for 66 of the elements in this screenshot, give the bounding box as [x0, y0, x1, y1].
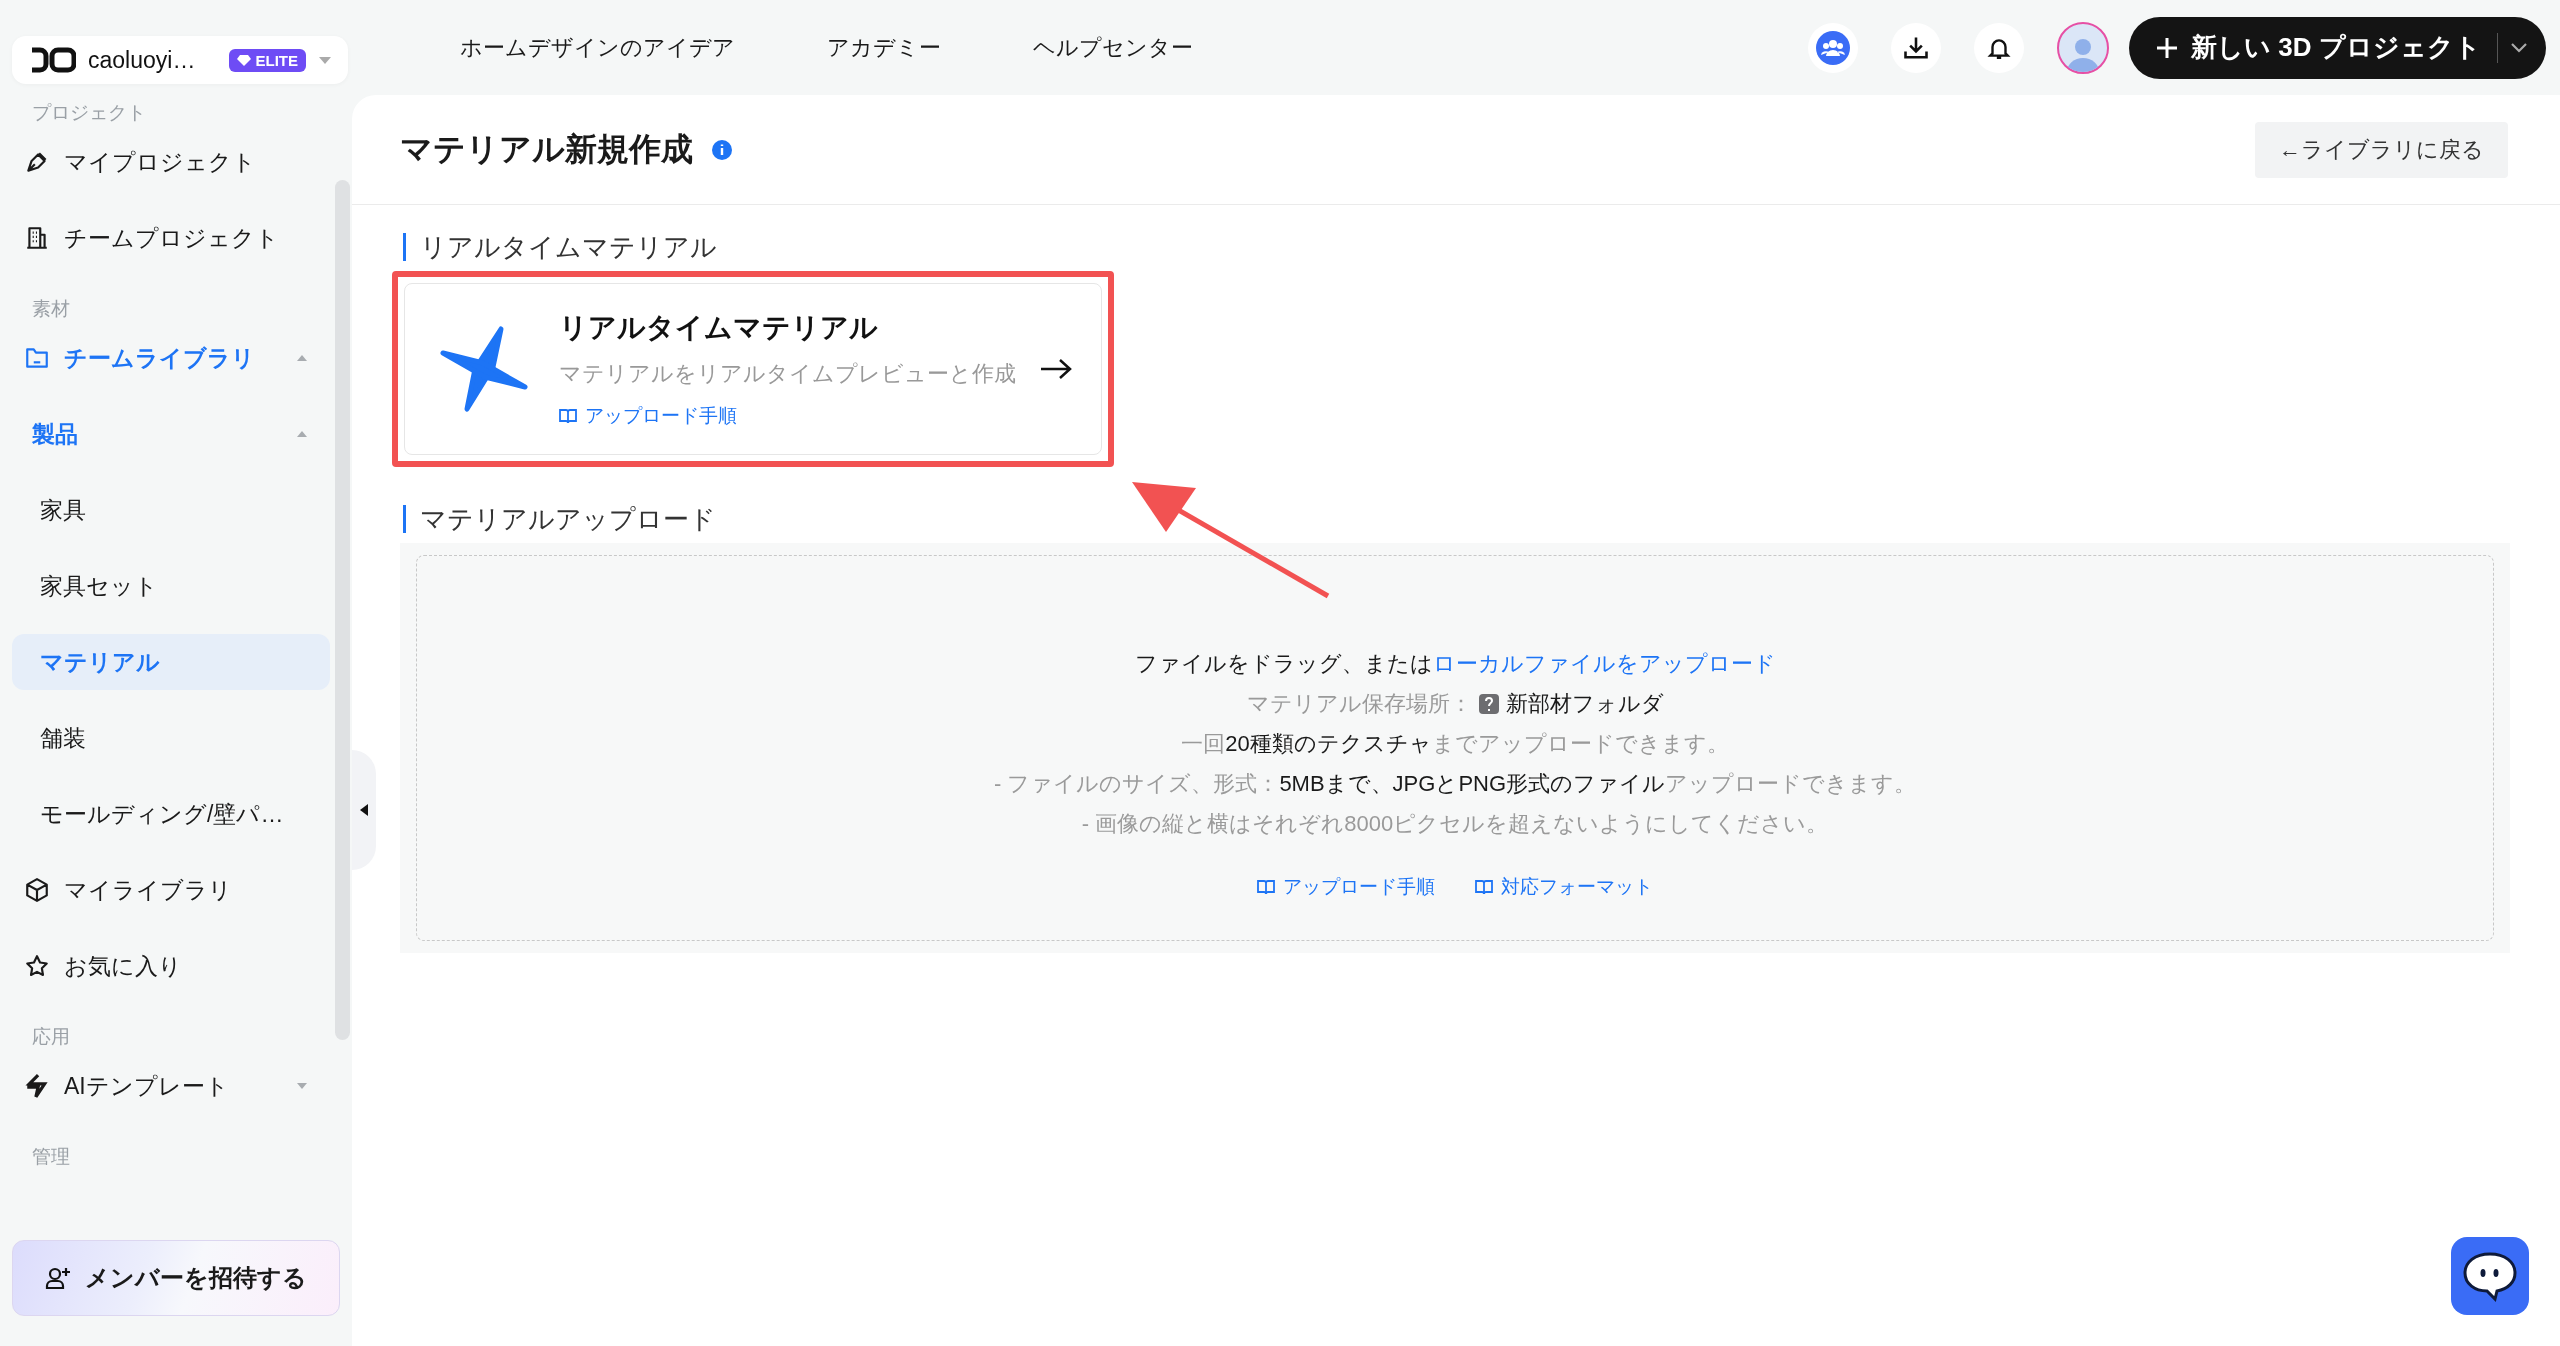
caret-icon — [318, 55, 332, 65]
folder-icon — [24, 345, 50, 371]
sidebar-item[interactable]: チームプロジェクト — [12, 210, 330, 266]
drop-zone[interactable]: ファイルをドラッグ、または ローカルファイルをアップロード マテリアル保存場所： 新部材フォルダ 一回20種類のテクスチャ までアップロードできます。 - ファイルのサイズ、形式：5MBまで、JPGとPNG形式のファイルアップロードできます。 - 画像の縦と横はそれぞれ8000ピクセルを超えないようにしてください。 アップロード手順 対応フォーマット — [416, 555, 2494, 941]
account-switcher[interactable]: caoluoyi… ELITE — [12, 36, 348, 84]
cube-icon — [24, 877, 50, 903]
card-title: リアルタイムマテリアル — [559, 311, 879, 345]
book-icon — [559, 408, 577, 424]
chevron-down-icon — [2510, 41, 2528, 54]
sidebar-item[interactable]: モールディング/壁パ… — [12, 786, 330, 842]
plus-icon — [2155, 35, 2179, 60]
star-icon — [24, 953, 50, 979]
pinwheel-icon — [439, 325, 529, 413]
nav-link[interactable]: ホームデザインのアイデア — [460, 32, 735, 63]
section-label: 管理 — [31, 1145, 71, 1169]
download-button[interactable] — [1891, 22, 1941, 73]
info-icon[interactable] — [711, 138, 733, 161]
nav-link[interactable]: ヘルプセンター — [1033, 32, 1193, 63]
triangle-left-icon — [359, 803, 369, 817]
upload-info-line: 一回20種類のテクスチャ までアップロードできます。 — [1181, 730, 1729, 758]
nav-link[interactable]: アカデミー — [827, 32, 941, 63]
realtime-material-card[interactable]: リアルタイムマテリアル マテリアルをリアルタイムプレビューと作成 アップロード手順 — [404, 283, 1102, 455]
add-user-icon — [45, 1266, 71, 1290]
new-project-button[interactable]: 新しい 3D プロジェクト — [2129, 16, 2546, 79]
sidebar-item[interactable]: チームライブラリ — [12, 330, 330, 386]
account-name: caoluoyi… — [88, 46, 197, 74]
help-icon — [1477, 693, 1500, 715]
section-label: 応用 — [31, 1025, 71, 1049]
building-icon — [24, 225, 50, 251]
sidebar-item[interactable]: 家具 — [12, 482, 330, 538]
local-upload-link[interactable]: ローカルファイルをアップロード — [1432, 644, 1776, 684]
sidebar-item[interactable]: 製品 — [12, 406, 330, 462]
back-button[interactable]: ←ライブラリに戻る — [2255, 121, 2508, 178]
sidebar-item[interactable]: マテリアル — [12, 634, 330, 690]
plan-badge: ELITE — [229, 48, 306, 72]
chat-button[interactable] — [2451, 1237, 2529, 1315]
bolt-icon — [24, 1073, 50, 1099]
avatar[interactable] — [2057, 21, 2109, 74]
upload-info-line: マテリアル保存場所： 新部材フォルダ — [1246, 690, 1664, 718]
upload-info-line: ファイルをドラッグ、または ローカルファイルをアップロード — [1134, 644, 1776, 684]
sidebar-item[interactable]: 舗装 — [12, 710, 330, 766]
help-link[interactable]: アップロード手順 — [1257, 874, 1435, 900]
card-description: マテリアルをリアルタイムプレビューと作成 — [559, 360, 1017, 388]
sidebar-item[interactable]: AIテンプレート — [12, 1058, 330, 1114]
invite-button[interactable]: メンバーを招待する — [12, 1240, 340, 1316]
section-heading: リアルタイムマテリアル — [403, 233, 2510, 261]
arrow-right-icon — [1039, 357, 1073, 381]
sidebar-item[interactable]: お気に入り — [12, 938, 330, 994]
section-label: 素材 — [31, 297, 71, 321]
section-label: プロジェクト — [31, 101, 147, 125]
notification-button[interactable] — [1974, 22, 2024, 73]
help-link[interactable]: 対応フォーマット — [1475, 874, 1653, 900]
team-icon — [1816, 30, 1850, 65]
page-title: マテリアル新規作成 — [400, 129, 693, 169]
book-icon — [1257, 879, 1275, 895]
upload-guide-link[interactable]: アップロード手順 — [559, 403, 737, 429]
collapse-handle[interactable] — [352, 750, 376, 870]
sidebar-item[interactable]: マイプロジェクト — [12, 134, 330, 190]
upload-info-line: - 画像の縦と横はそれぞれ8000ピクセルを超えないようにしてください。 — [1081, 810, 1829, 838]
book-icon — [1475, 879, 1493, 895]
upload-info-line: - ファイルのサイズ、形式：5MBまで、JPGとPNG形式のファイルアップロードできます。 — [993, 770, 1917, 798]
logo-icon — [32, 47, 76, 73]
sidebar-item[interactable]: マイライブラリ — [12, 862, 330, 918]
speech-bubble-icon — [2461, 1250, 2519, 1302]
sidebar-item[interactable]: 家具セット — [12, 558, 330, 614]
team-button[interactable] — [1808, 22, 1858, 73]
